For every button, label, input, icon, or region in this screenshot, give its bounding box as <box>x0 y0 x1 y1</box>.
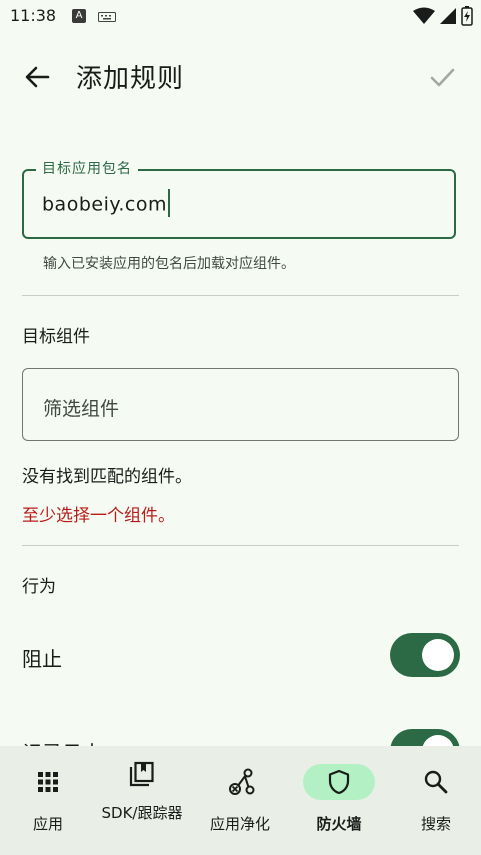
nav-label: SDK/跟踪器 <box>101 804 183 822</box>
back-arrow-icon[interactable] <box>22 62 52 92</box>
no-components-text: 没有找到匹配的组件。 <box>22 467 192 487</box>
grid-icon <box>0 764 96 800</box>
status-time: 11:38 <box>10 6 57 25</box>
divider <box>22 295 459 296</box>
battery-charging-icon <box>461 6 473 26</box>
nav-item-purify[interactable]: 应用净化 <box>192 746 288 855</box>
page-title: 添加规则 <box>76 64 185 94</box>
components-heading: 目标组件 <box>22 327 90 347</box>
status-bar: 11:38 A <box>0 0 481 32</box>
wifi-icon <box>413 7 435 24</box>
status-right-icons <box>413 6 473 26</box>
bottom-navigation: 应用 SDK/跟踪器 应用净化 防火墙 搜索 <box>0 746 481 855</box>
nav-item-search[interactable]: 搜索 <box>388 746 481 855</box>
nav-item-apps[interactable]: 应用 <box>0 746 96 855</box>
library-icon <box>94 756 190 792</box>
components-error-text: 至少选择一个组件。 <box>22 506 175 526</box>
package-name-value: baobeiy.com <box>42 193 168 216</box>
save-check-icon[interactable] <box>427 62 457 92</box>
nav-label: 应用 <box>32 815 63 833</box>
nav-label: 防火墙 <box>316 815 362 833</box>
package-name-helper: 输入已安装应用的包名后加载对应组件。 <box>43 256 295 272</box>
package-name-input[interactable]: baobeiy.com <box>42 189 171 217</box>
signal-icon <box>440 8 456 24</box>
divider <box>22 545 459 546</box>
keyboard-icon <box>98 12 116 22</box>
nav-label: 应用净化 <box>209 815 270 833</box>
app-bar: 添加规则 <box>0 40 481 112</box>
block-switch[interactable] <box>390 633 460 677</box>
selected-indicator <box>303 764 375 800</box>
purify-icon <box>192 764 288 800</box>
behavior-heading: 行为 <box>22 577 56 597</box>
text-cursor <box>168 189 171 217</box>
shield-icon <box>291 764 387 800</box>
nav-item-firewall[interactable]: 防火墙 <box>291 746 387 855</box>
nav-label: 搜索 <box>420 815 451 833</box>
block-label: 阻止 <box>22 647 62 671</box>
package-name-label: 目标应用包名 <box>36 158 138 178</box>
filter-components-placeholder: 筛选组件 <box>43 398 120 420</box>
switch-knob <box>422 639 454 671</box>
search-icon <box>388 764 481 800</box>
nav-item-sdk-trackers[interactable]: SDK/跟踪器 <box>94 746 190 855</box>
notification-a-icon: A <box>72 9 86 23</box>
